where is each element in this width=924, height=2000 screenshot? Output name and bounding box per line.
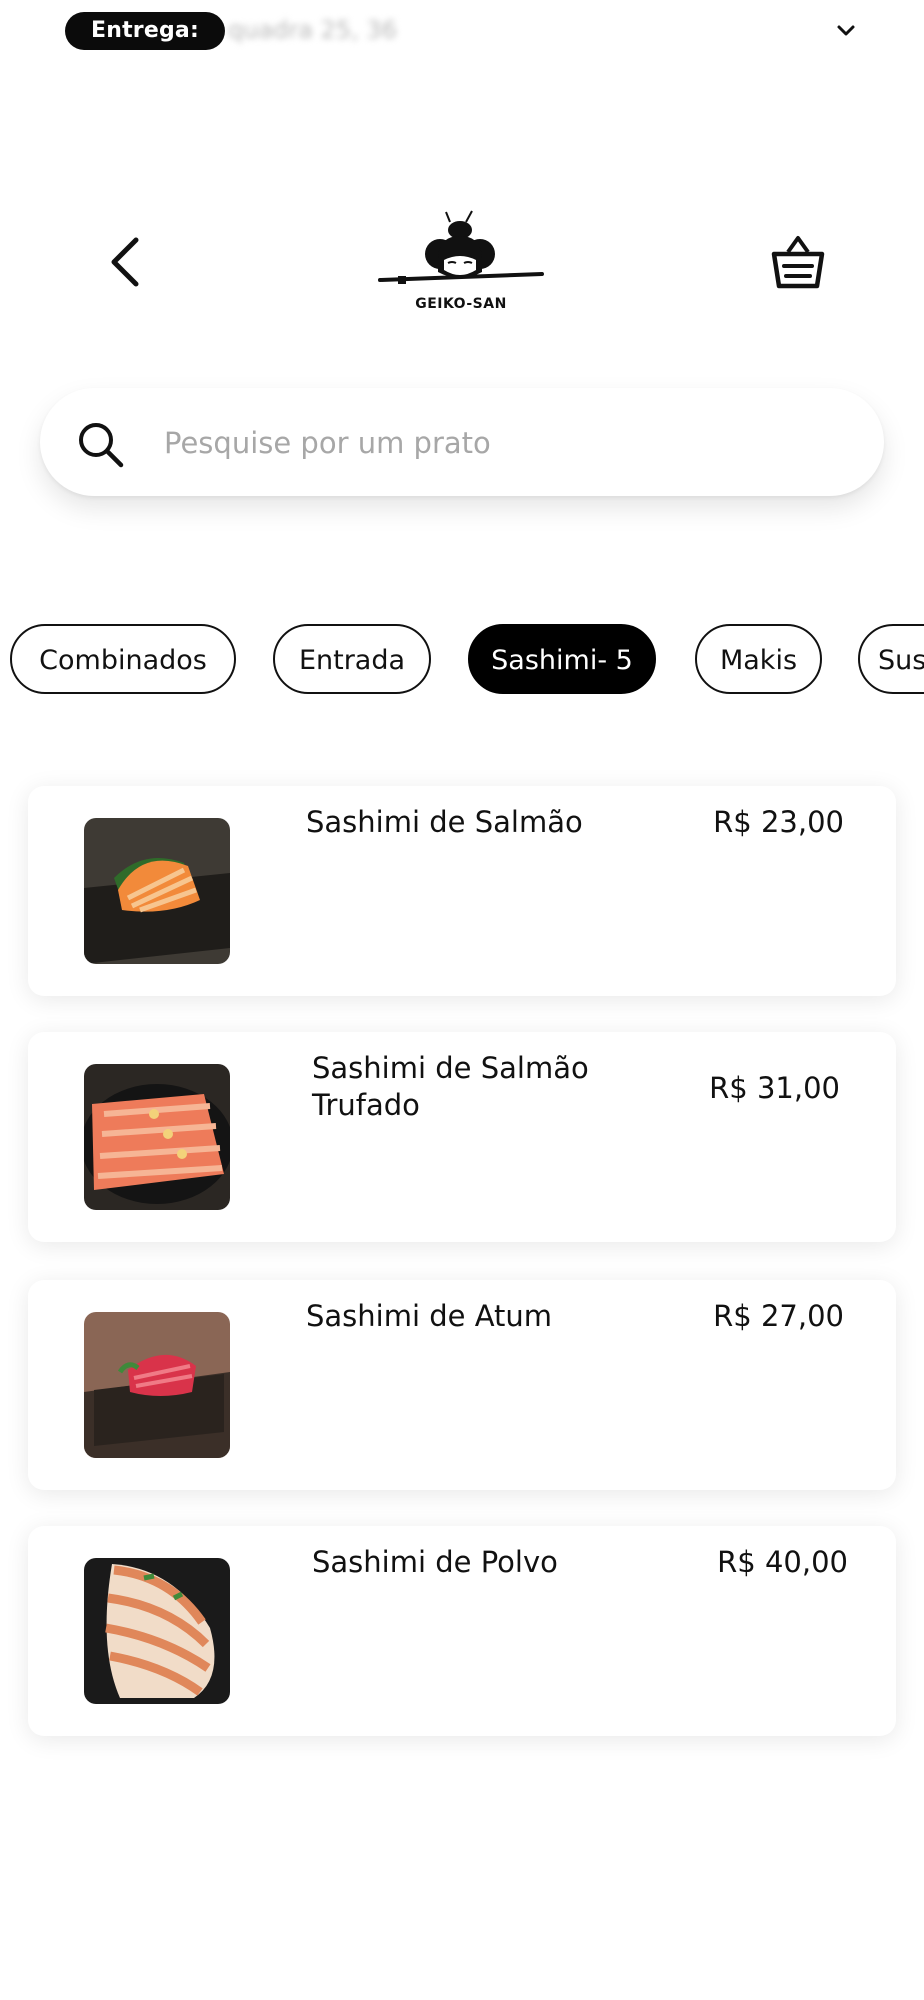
product-name: Sashimi de Polvo [312, 1545, 558, 1579]
product-list: Sashimi de Salmão R$ 23,00 Sashimi de Sa… [0, 760, 924, 1760]
back-button[interactable] [104, 234, 148, 290]
list-item[interactable]: Sashimi de Polvo R$ 40,00 [28, 1526, 896, 1736]
product-image [84, 818, 230, 964]
product-price: R$ 31,00 [709, 1071, 840, 1105]
list-item[interactable]: Sashimi de Atum R$ 27,00 [28, 1280, 896, 1490]
basket-icon[interactable] [768, 230, 828, 292]
product-name: Sashimi de Salmão [306, 805, 583, 839]
tab-entrada[interactable]: Entrada [273, 624, 431, 694]
delivery-address[interactable]: quadra 25, 36 [228, 14, 397, 46]
chevron-down-icon[interactable] [835, 20, 857, 42]
brand-logo: GEIKO-SAN [378, 208, 544, 316]
category-tabs: Combinados Entrada Sashimi- 5 Makis Sus [0, 624, 924, 700]
list-item[interactable]: Sashimi de Salmão Trufado R$ 31,00 [28, 1032, 896, 1242]
search-icon [79, 423, 124, 468]
tab-sashimi[interactable]: Sashimi- 5 [468, 624, 656, 694]
product-image [84, 1064, 230, 1210]
product-name: Sashimi de Salmão Trufado [312, 1051, 589, 1122]
tab-combinados[interactable]: Combinados [10, 624, 236, 694]
product-price: R$ 40,00 [717, 1545, 848, 1579]
delivery-label: Entrega: [65, 12, 225, 50]
product-name: Sashimi de Atum [306, 1299, 553, 1333]
product-image [84, 1558, 230, 1704]
search-input[interactable] [162, 414, 826, 472]
product-price: R$ 27,00 [713, 1299, 844, 1333]
delivery-bar[interactable]: Entrega: quadra 25, 36 [0, 0, 924, 62]
product-image [84, 1312, 230, 1458]
product-price: R$ 23,00 [713, 805, 844, 839]
geisha-logo-icon [378, 210, 544, 284]
brand-name: GEIKO-SAN [415, 296, 507, 312]
tab-makis[interactable]: Makis [695, 624, 822, 694]
list-item[interactable]: Sashimi de Salmão R$ 23,00 [28, 786, 896, 996]
tab-sushi[interactable]: Sus [858, 624, 924, 694]
search-bar[interactable] [40, 388, 884, 496]
